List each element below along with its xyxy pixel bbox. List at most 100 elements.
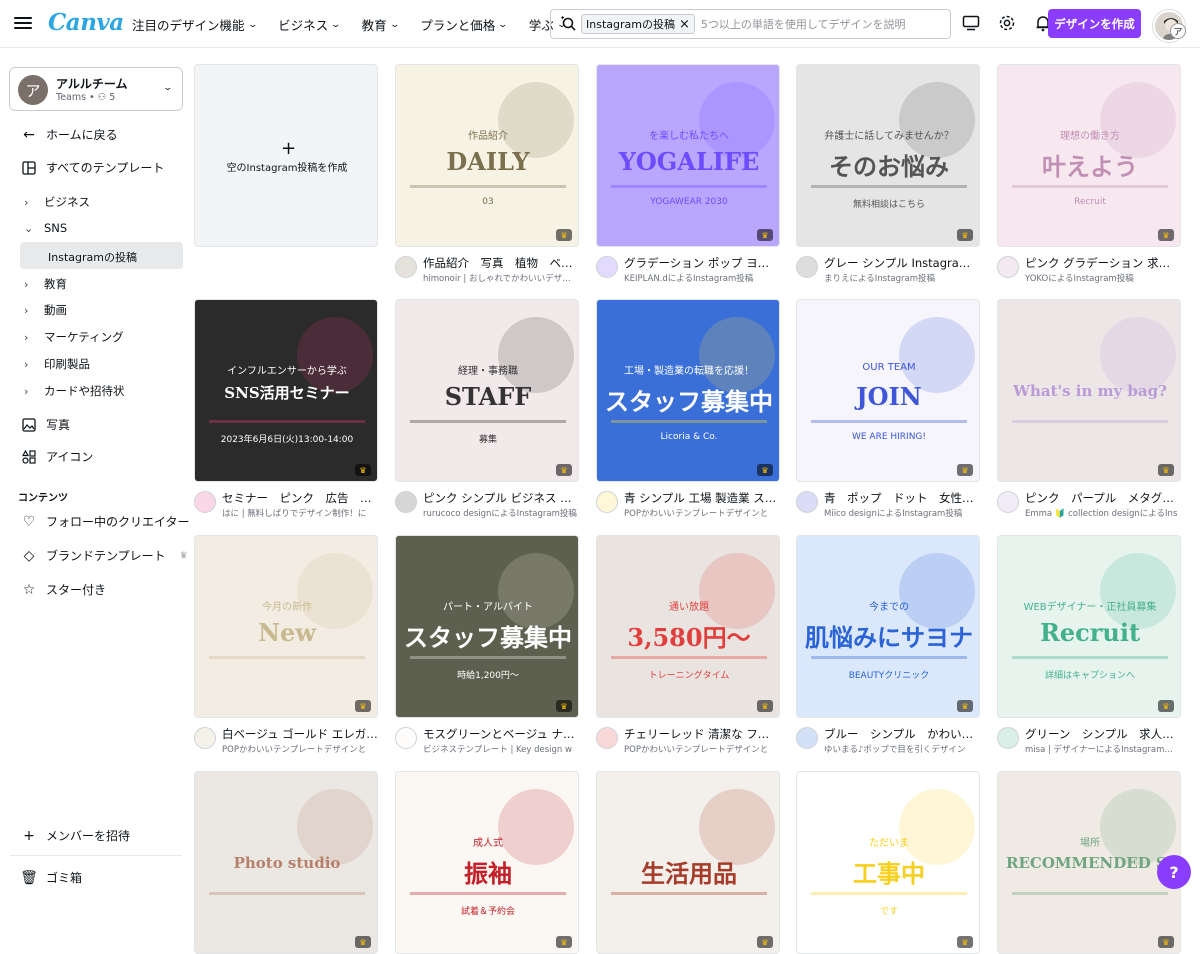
template-creator[interactable]: Miico designによるInstagram投稿 [824, 507, 980, 519]
template-card[interactable]: What's in my bag? ♛ ピンク パープル メタグラデーションEmma… [997, 299, 1181, 524]
template-thumbnail[interactable]: 今月の新作 New ♛ [194, 535, 378, 718]
template-creator[interactable]: POPかわいいテンプレートデザインと [624, 743, 780, 755]
template-title[interactable]: ピンク グラデーション 求人 Instagram [1025, 255, 1181, 271]
creator-avatar[interactable] [395, 727, 417, 749]
creator-avatar[interactable] [596, 256, 618, 278]
template-creator[interactable]: KEIPLAN.dによるInstagram投稿 [624, 272, 780, 284]
creator-avatar[interactable] [997, 727, 1019, 749]
template-thumbnail[interactable]: OUR TEAM JOIN WE ARE HIRING! ♛ [796, 299, 980, 482]
sidebar-item-brand-templates[interactable]: ◇ ブランドテンプレート ♛ [20, 547, 188, 564]
template-creator[interactable]: himonoir | おしゃれでかわいいデザイン [423, 272, 579, 284]
template-title[interactable]: グリーン シンプル 求人募集 Inst [1025, 726, 1181, 742]
template-card[interactable]: OUR TEAM JOIN WE ARE HIRING! ♛ 青 ポップ ドット 女性の… [796, 299, 980, 524]
creator-avatar[interactable] [395, 491, 417, 513]
template-title[interactable]: ブルー シンプル かわいい 美容 [824, 726, 980, 742]
template-thumbnail[interactable]: 今までの肌悩みにサヨナラ BEAUTYクリニック ♛ [796, 535, 980, 718]
creator-avatar[interactable] [796, 491, 818, 513]
template-creator[interactable]: まりえによるInstagram投稿 [824, 272, 980, 284]
template-title[interactable]: モスグリーンとベージュ ナチュラル [423, 726, 579, 742]
sidebar-item-sns[interactable]: ⌄ SNS [24, 221, 67, 235]
template-title[interactable]: ピンク シンプル ビジネス 求人広告 [423, 490, 579, 506]
template-title[interactable]: 青 シンプル 工場 製造業 スタッフ募集 [624, 490, 780, 506]
template-card[interactable]: 経理・事務職 STAFF 募集 ♛ ピンク シンプル ビジネス 求人広告rurucoco… [395, 299, 579, 524]
template-card[interactable]: 今月の新作 New ♛ 白ベージュ ゴールド エレガント ジュエリーPOPかわいいテン… [194, 535, 378, 760]
nav-business[interactable]: ビジネス ⌄ [278, 15, 341, 34]
creator-avatar[interactable] [796, 256, 818, 278]
template-creator[interactable]: POPかわいいテンプレートデザインと [624, 507, 780, 519]
template-thumbnail[interactable]: 場所 RECOMMENDED SPOT ♛ [997, 771, 1181, 954]
template-thumbnail[interactable]: What's in my bag? ♛ [997, 299, 1181, 482]
template-thumbnail[interactable]: 生活用品 ♛ [596, 771, 780, 954]
sidebar-item-video[interactable]: › 動画 [24, 302, 67, 318]
template-card[interactable]: 工場・製造業の転職を応援！ スタッフ募集中 Licoria & Co. ♛ 青 シンプル… [596, 299, 780, 524]
template-card[interactable]: WEBデザイナー・正社員募集 Recruit 詳細はキャプションへ ♛ グリーン シンプ… [997, 535, 1181, 760]
template-card[interactable]: を楽しむ私たちへ YOGALIFE YOGAWEAR 2030 ♛ グラデーション ポッ… [596, 64, 780, 289]
template-thumbnail[interactable]: 弁護士に話してみませんか？ そのお悩み 無料相談はこちら ♛ [796, 64, 980, 247]
creator-avatar[interactable] [596, 491, 618, 513]
template-title[interactable]: 青 ポップ ドット 女性のイラスト [824, 490, 980, 506]
close-icon[interactable]: × [679, 17, 690, 32]
template-title[interactable]: グラデーション ポップ ヨガ キャンペーン [624, 255, 780, 271]
sidebar-item-education[interactable]: › 教育 [24, 276, 67, 292]
creator-avatar[interactable] [997, 491, 1019, 513]
template-creator[interactable]: ビジネステンプレート | Key design w [423, 743, 579, 755]
magic-search-icon[interactable] [557, 16, 581, 32]
template-card[interactable]: Photo studio ♛ [194, 771, 378, 954]
template-card[interactable]: ただいま 工事中 です ♛ [796, 771, 980, 954]
template-title[interactable]: セミナー ピンク 広告 インフル [222, 490, 378, 506]
sidebar-item-business[interactable]: › ビジネス [24, 194, 90, 210]
template-creator[interactable]: ゆいまる♪ポップで目を引くデザイン [824, 743, 980, 755]
template-title[interactable]: ピンク パープル メタグラデーション [1025, 490, 1181, 506]
create-design-button[interactable]: デザインを作成 [1048, 9, 1141, 38]
template-thumbnail[interactable]: インフルエンサーから学ぶ SNS活用セミナー 2023年6月6日(火)13:00-1… [194, 299, 378, 482]
template-thumbnail[interactable]: 通い放題 3,580円〜 トレーニングタイム ♛ [596, 535, 780, 718]
creator-avatar[interactable] [596, 727, 618, 749]
template-creator[interactable]: YOKOによるInstagram投稿 [1025, 272, 1181, 284]
template-creator[interactable]: misa | デザイナーによるInstagram投稿 [1025, 743, 1181, 755]
help-button[interactable]: ? [1157, 855, 1191, 889]
template-card[interactable]: 弁護士に話してみませんか？ そのお悩み 無料相談はこちら ♛ グレー シンプル Inst… [796, 64, 980, 289]
sidebar-item-print[interactable]: › 印刷製品 [24, 356, 90, 372]
template-card[interactable]: インフルエンサーから学ぶ SNS活用セミナー 2023年6月6日(火)13:00-1… [194, 299, 378, 524]
template-creator[interactable]: POPかわいいテンプレートデザインと [222, 743, 378, 755]
desktop-app-icon[interactable] [960, 12, 982, 34]
creator-avatar[interactable] [194, 727, 216, 749]
template-thumbnail[interactable]: 成人式 振袖 試着＆予約会 ♛ [395, 771, 579, 954]
template-creator[interactable]: rurucoco designによるInstagram投稿 [423, 507, 579, 519]
creator-avatar[interactable] [796, 727, 818, 749]
template-card[interactable]: 理想の働き方叶えよう Recruit ♛ ピンク グラデーション 求人 Instagr… [997, 64, 1181, 289]
template-card[interactable]: パート・アルバイト スタッフ募集中 時給1,200円〜 ♛ モスグリーンとベージュ ナチ… [395, 535, 579, 760]
nav-education[interactable]: 教育 ⌄ [362, 15, 400, 34]
template-card[interactable]: 通い放題 3,580円〜トレーニングタイム ♛ チェリーレッド 清潔な フィットネスP… [596, 535, 780, 760]
creator-avatar[interactable] [997, 256, 1019, 278]
template-thumbnail[interactable]: ただいま 工事中 です ♛ [796, 771, 980, 954]
sidebar-item-starred[interactable]: ☆ スター付き [20, 581, 106, 598]
template-card[interactable]: 場所 RECOMMENDED SPOT ♛ [997, 771, 1181, 954]
template-card[interactable]: 成人式 振袖 試着＆予約会 ♛ [395, 771, 579, 954]
sidebar-item-trash[interactable]: 🗑 ゴミ箱 [20, 869, 82, 886]
template-thumbnail[interactable]: Photo studio ♛ [194, 771, 378, 954]
canva-logo[interactable]: Canva [48, 9, 124, 36]
sidebar-item-marketing[interactable]: › マーケティング [24, 329, 124, 345]
sidebar-item-cards[interactable]: › カードや招待状 [24, 383, 125, 399]
nav-pricing[interactable]: プランと価格 ⌄ [420, 15, 508, 34]
template-thumbnail[interactable]: 理想の働き方 叶えよう Recruit ♛ [997, 64, 1181, 247]
template-creator[interactable]: はに | 無料しばりでデザイン制作！に [222, 507, 378, 519]
team-switcher[interactable]: ア アルルチーム Teams • ⚇ 5 ⌄ [9, 67, 183, 111]
template-thumbnail[interactable]: WEBデザイナー・正社員募集 Recruit 詳細はキャプションへ ♛ [997, 535, 1181, 718]
sidebar-item-icons[interactable]: アイコン [20, 448, 93, 465]
template-thumbnail[interactable]: 作品紹介 DAILY 03 ♛ [395, 64, 579, 247]
template-title[interactable]: 白ベージュ ゴールド エレガント ジュエリー [222, 726, 378, 742]
template-title[interactable]: グレー シンプル Instagram投稿 [824, 255, 980, 271]
sidebar-item-following[interactable]: ♡ フォロー中のクリエイター [20, 513, 190, 530]
template-title[interactable]: 作品紹介 写真 植物 ベージュ [423, 255, 579, 271]
creator-avatar[interactable] [395, 256, 417, 278]
sidebar-item-photos[interactable]: 写真 [20, 416, 70, 433]
invite-members-button[interactable]: + メンバーを招待 [20, 827, 130, 844]
template-thumbnail[interactable]: パート・アルバイト スタッフ募集中 時給1,200円〜 ♛ [395, 535, 579, 718]
creator-avatar[interactable] [194, 491, 216, 513]
template-creator[interactable]: Emma 🔰 collection designによるIns [1025, 507, 1181, 519]
search-input[interactable] [700, 17, 950, 31]
template-thumbnail[interactable]: を楽しむ私たちへ YOGALIFE YOGAWEAR 2030 ♛ [596, 64, 780, 247]
sidebar-item-home[interactable]: ← ホームに戻る [20, 126, 118, 143]
